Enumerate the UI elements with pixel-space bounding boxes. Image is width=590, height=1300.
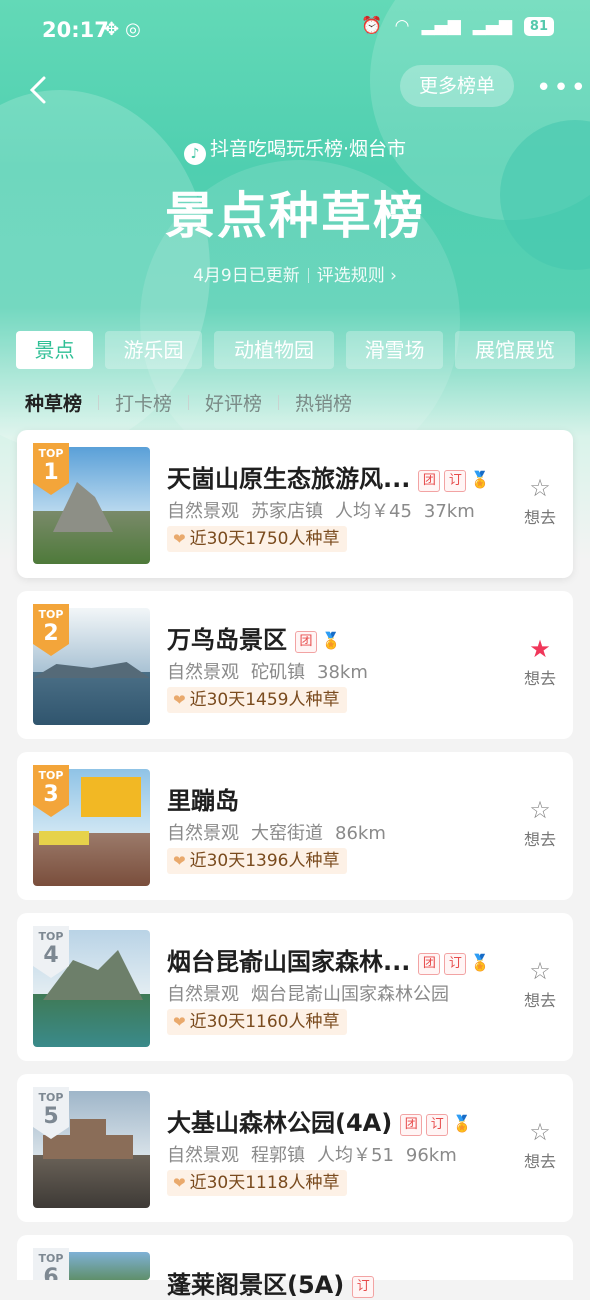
- tab-ski-resort[interactable]: 滑雪场: [346, 331, 443, 369]
- group-buy-badge: 团: [400, 1114, 423, 1136]
- wifi-icon: ◠: [394, 16, 410, 36]
- group-buy-badge: 团: [418, 470, 441, 492]
- rank-badge: TOP 5: [33, 1087, 69, 1139]
- subtab-checkin[interactable]: 打卡榜: [115, 389, 172, 416]
- star-icon: ☆: [529, 474, 551, 502]
- want-to-go-button[interactable]: ☆ 想去: [512, 474, 568, 528]
- category-tabs: 景点 游乐园 动植物园 滑雪场 展馆展览: [16, 331, 575, 369]
- item-meta: 自然景观 大窑街道 86km: [167, 823, 386, 844]
- list-item[interactable]: TOP 2 万鸟岛景区团 🏅 自然景观 砣矶镇 38km ❤ 近30天1459人种草 ★ 想…: [17, 591, 573, 739]
- popularity-tag: ❤ 近30天1750人种草: [167, 526, 348, 552]
- battery-icon: 81: [523, 16, 554, 36]
- item-name: 里蹦岛: [167, 787, 239, 815]
- booking-badge: 订: [444, 470, 467, 492]
- item-name: 蓬莱阁景区(5A) 订: [167, 1265, 375, 1300]
- page-title: 景点种草榜: [165, 187, 425, 245]
- gold-medal-icon: 🏅: [452, 1114, 473, 1133]
- star-icon: ☆: [529, 1118, 551, 1146]
- popularity-tag: ❤ 近30天1459人种草: [167, 687, 348, 713]
- heart-icon: ❤: [173, 852, 186, 870]
- want-to-go-button[interactable]: ★ 想去: [512, 635, 568, 689]
- rank-badge: TOP 3: [33, 765, 69, 817]
- update-info: 4月9日已更新 评选规则 ›: [193, 266, 397, 286]
- popularity-tag: ❤ 近30天1118人种草: [167, 1170, 348, 1196]
- group-buy-badge: 团: [295, 631, 317, 653]
- list-item[interactable]: TOP 5 大基山森林公园(4A) 团订 🏅 自然景观 程郭镇 人均￥51 96km ❤ 近3…: [17, 1074, 573, 1222]
- heart-icon: ❤: [173, 530, 186, 548]
- more-rankings-button[interactable]: 更多榜单: [400, 65, 514, 107]
- booking-badge: 订: [352, 1276, 375, 1298]
- booking-badge: 订: [444, 953, 467, 975]
- rank-badge: TOP 4: [33, 926, 69, 978]
- star-filled-icon: ★: [529, 635, 551, 663]
- want-to-go-button[interactable]: ☆ 想去: [512, 957, 568, 1011]
- notification-icons: ✥◎: [104, 19, 147, 40]
- heart-icon: ❤: [173, 1174, 186, 1192]
- signal-icon-2: ▂▄▆: [472, 16, 512, 36]
- silver-medal-icon: 🏅: [470, 953, 491, 972]
- signal-icon: ▂▄▆: [421, 16, 461, 36]
- chevron-right-icon: ›: [390, 266, 397, 286]
- more-options-icon[interactable]: •••: [536, 75, 588, 101]
- back-button[interactable]: [22, 72, 58, 108]
- heart-icon: ❤: [173, 691, 186, 709]
- tab-exhibition[interactable]: 展馆展览: [455, 331, 575, 369]
- ranking-subtabs: 种草榜 打卡榜 好评榜 热销榜: [25, 389, 352, 416]
- want-to-go-button[interactable]: ☆ 想去: [512, 796, 568, 850]
- douyin-logo-icon: ♪: [183, 143, 206, 165]
- subtab-grass[interactable]: 种草榜: [25, 389, 82, 416]
- list-item[interactable]: TOP 1 天崮山原生态旅游风... 团订 🏅 自然景观 苏家店镇 人均￥45 37km ❤…: [17, 430, 573, 578]
- tab-scenic[interactable]: 景点: [16, 331, 93, 369]
- popularity-tag: ❤ 近30天1160人种草: [167, 1009, 348, 1035]
- tab-zoo-botanical[interactable]: 动植物园: [214, 331, 334, 369]
- subtab-good-review[interactable]: 好评榜: [205, 389, 262, 416]
- popularity-tag: ❤ 近30天1396人种草: [167, 848, 348, 874]
- list-item[interactable]: TOP 3 里蹦岛 自然景观 大窑街道 86km ❤ 近30天1396人种草 ☆ 想去: [17, 752, 573, 900]
- list-item[interactable]: TOP 4 烟台昆嵛山国家森林... 团订 🏅 自然景观 烟台昆嵛山国家森林公园 ❤ 近3…: [17, 913, 573, 1061]
- rank-badge: TOP 6: [33, 1248, 69, 1280]
- booking-badge: 订: [426, 1114, 449, 1136]
- item-name: 烟台昆嵛山国家森林... 团订 🏅: [167, 948, 491, 976]
- rank-badge: TOP 2: [33, 604, 69, 656]
- star-icon: ☆: [529, 957, 551, 985]
- subtab-hot-sale[interactable]: 热销榜: [295, 389, 352, 416]
- star-icon: ☆: [529, 796, 551, 824]
- item-meta: 自然景观 苏家店镇 人均￥45 37km: [167, 501, 475, 522]
- tab-amusement-park[interactable]: 游乐园: [105, 331, 202, 369]
- group-buy-badge: 团: [418, 953, 441, 975]
- want-to-go-button[interactable]: ☆ 想去: [512, 1118, 568, 1172]
- item-meta: 自然景观 烟台昆嵛山国家森林公园: [167, 984, 449, 1005]
- item-name: 大基山森林公园(4A) 团订 🏅: [167, 1109, 473, 1137]
- status-bar: 20:17 ✥◎ ⏰ ◠ ▂▄▆ ▂▄▆ 81: [0, 0, 590, 60]
- brand-line: ♪ 抖音吃喝玩乐榜·烟台市: [0, 134, 590, 165]
- item-meta: 自然景观 程郭镇 人均￥51 96km: [167, 1145, 457, 1166]
- rank-badge: TOP 1: [33, 443, 69, 495]
- status-time: 20:17: [42, 18, 109, 42]
- item-name: 天崮山原生态旅游风... 团订 🏅: [167, 465, 491, 493]
- gold-medal-icon: 🏅: [470, 470, 491, 489]
- list-item[interactable]: TOP 6 蓬莱阁景区(5A) 订: [17, 1235, 573, 1299]
- alarm-icon: ⏰: [361, 16, 383, 36]
- rules-link[interactable]: 评选规则 ›: [317, 266, 397, 286]
- heart-icon: ❤: [173, 1013, 186, 1031]
- item-meta: 自然景观 砣矶镇 38km: [167, 662, 368, 683]
- item-name: 万鸟岛景区团 🏅: [167, 626, 341, 654]
- bronze-medal-icon: 🏅: [321, 631, 341, 650]
